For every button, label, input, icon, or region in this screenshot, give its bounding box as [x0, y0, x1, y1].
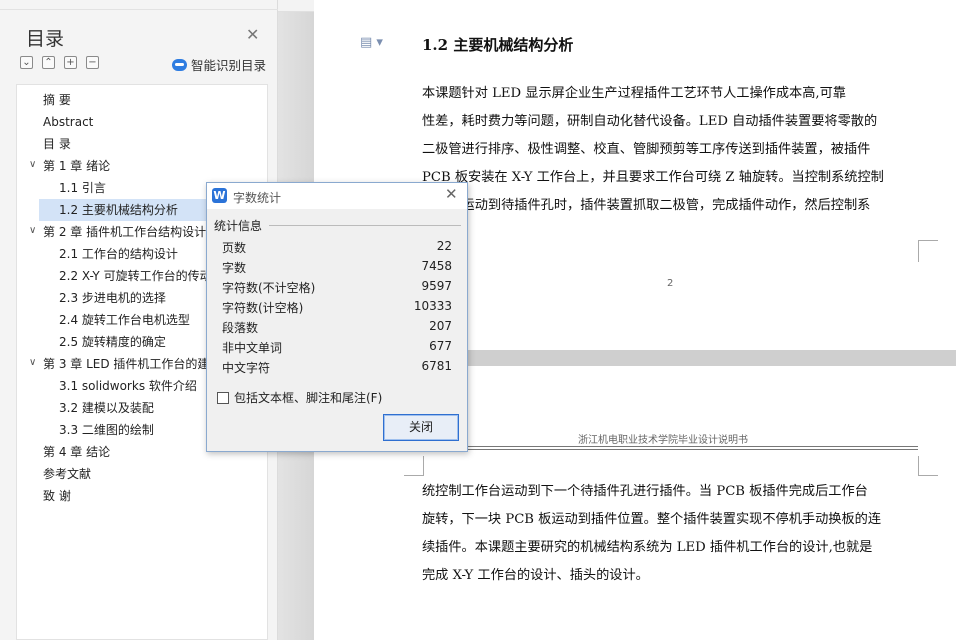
stat-row: 非中文单词 677	[222, 339, 452, 359]
text-line: 本课题针对 LED 显示屏企业生产过程插件工艺环节人工操作成本高,可靠	[422, 86, 846, 101]
sidebar-title: 目录	[26, 28, 65, 50]
document-outline-icon[interactable]: ▤ ▾	[360, 35, 383, 50]
stat-row: 字数 7458	[222, 259, 452, 279]
crop-mark	[404, 456, 424, 476]
stat-label: 中文字符	[222, 361, 271, 375]
collapse-all-icon[interactable]: ⌄	[20, 56, 33, 69]
toc-item[interactable]: 2.4 旋转工作台电机选型	[59, 309, 190, 331]
toc-item[interactable]: 第 4 章 结论	[43, 441, 110, 463]
stat-value: 7458	[421, 259, 452, 273]
chevron-down-icon[interactable]: ∨	[29, 159, 39, 170]
stat-label: 页数	[222, 241, 247, 255]
stat-value: 207	[429, 319, 452, 333]
add-entry-icon[interactable]: +	[64, 56, 77, 69]
stat-label: 段落数	[222, 321, 259, 335]
toc-item[interactable]: 第 1 章 绪论	[43, 155, 110, 177]
stat-value: 22	[436, 239, 452, 253]
sidebar-top-border	[0, 0, 278, 10]
stat-row: 段落数 207	[222, 319, 452, 339]
wps-logo-icon: W	[212, 188, 227, 203]
text-line: 二极管进行排序、极性调整、校直、管脚预剪等工序传送到插件装置，被插件	[422, 142, 871, 157]
smart-toc-label: 智能识别目录	[191, 58, 267, 73]
page-number: 2	[667, 278, 674, 289]
stat-label: 字符数(不计空格)	[222, 281, 316, 295]
checkbox-box[interactable]	[217, 391, 229, 404]
toc-item[interactable]: 1.1 引言	[59, 177, 106, 199]
dialog-title: 字数统计	[233, 191, 282, 205]
include-textbox-checkbox[interactable]: 包括文本框、脚注和尾注(F)	[217, 389, 382, 406]
word-count-dialog: W 字数统计 ✕ 统计信息 页数 22 字数 7458 字符数(不计空格) 95…	[206, 182, 468, 452]
stat-value: 677	[429, 339, 452, 353]
toc-item[interactable]: 目 录	[43, 133, 71, 155]
close-icon[interactable]: ✕	[246, 27, 259, 43]
stat-value: 6781	[421, 359, 452, 373]
text-line: 完成 X-Y 工作台的设计、插头的设计。	[422, 568, 649, 583]
toc-item[interactable]: 3.2 建模以及装配	[59, 397, 154, 419]
stat-value: 9597	[421, 279, 452, 293]
toc-item[interactable]: 第 3 章 LED 插件机工作台的建	[43, 353, 209, 375]
remove-entry-icon[interactable]: −	[86, 56, 99, 69]
toc-item[interactable]: 参考文献	[43, 463, 91, 485]
stat-row: 中文字符 6781	[222, 359, 452, 379]
chevron-down-icon[interactable]: ∨	[29, 357, 39, 368]
text-line: 统控制工作台运动到下一个待插件孔进行插件。当 PCB 板插件完成后工作台	[422, 484, 868, 499]
toc-item[interactable]: 3.1 solidworks 软件介绍	[59, 375, 197, 397]
toc-item[interactable]: 2.3 步进电机的选择	[59, 287, 166, 309]
toc-item[interactable]: 摘 要	[43, 89, 71, 111]
stat-row: 字符数(计空格) 10333	[222, 299, 452, 319]
section-heading: 1.2 主要机械结构分析	[422, 36, 574, 54]
text-line: 旋转，下一块 PCB 板运动到插件位置。整个插件装置实现不停机手动换板的连	[422, 512, 882, 527]
toc-item[interactable]: 2.2 X-Y 可旋转工作台的传动	[59, 265, 212, 287]
header-rule	[422, 446, 918, 450]
dialog-titlebar[interactable]: W 字数统计 ✕	[207, 183, 467, 209]
stat-label: 字符数(计空格)	[222, 301, 304, 315]
stat-row: 字符数(不计空格) 9597	[222, 279, 452, 299]
checkbox-label: 包括文本框、脚注和尾注(F)	[234, 391, 383, 405]
close-icon[interactable]: ✕	[445, 187, 458, 202]
stat-label: 非中文单词	[222, 341, 283, 355]
stat-row: 页数 22	[222, 239, 452, 259]
stat-label: 字数	[222, 261, 247, 275]
crop-mark	[918, 240, 938, 262]
text-line: 续插件。本课题主要研究的机械结构系统为 LED 插件机工作台的设计,也就是	[422, 540, 873, 555]
cloud-ai-icon	[172, 58, 187, 71]
chevron-down-icon[interactable]: ∨	[29, 225, 39, 236]
group-divider	[269, 225, 461, 226]
toc-item[interactable]: 2.1 工作台的结构设计	[59, 243, 178, 265]
stat-value: 10333	[413, 299, 452, 313]
text-line: 性差，耗时费力等问题，研制自动化替代设备。LED 自动插件装置要将零散的	[422, 114, 878, 129]
body-paragraph[interactable]: 本课题针对 LED 显示屏企业生产过程插件工艺环节人工操作成本高,可靠 性差，耗…	[422, 80, 914, 220]
stats-group-label: 统计信息	[214, 219, 263, 233]
toc-toolbar: ⌄ ⌃ + −	[20, 56, 99, 69]
crop-mark	[918, 456, 938, 476]
toc-item[interactable]: 第 2 章 插件机工作台结构设计	[43, 221, 206, 243]
expand-up-icon[interactable]: ⌃	[42, 56, 55, 69]
toc-item[interactable]: 2.5 旋转精度的确定	[59, 331, 166, 353]
smart-toc-button[interactable]: 智能识别目录	[172, 55, 266, 74]
text-line: PCB 板安装在 X-Y 工作台上，并且要求工作台可绕 Z 轴旋转。当控制系统控…	[422, 170, 884, 185]
page-header-text: 浙江机电职业技术学院毕业设计说明书	[578, 435, 748, 446]
toc-item[interactable]: 致 谢	[43, 485, 71, 507]
body-paragraph[interactable]: 统控制工作台运动到下一个待插件孔进行插件。当 PCB 板插件完成后工作台 旋转，…	[422, 478, 914, 590]
close-button[interactable]: 关闭	[383, 414, 459, 441]
toc-item[interactable]: 3.3 二维图的绘制	[59, 419, 154, 441]
toc-item[interactable]: Abstract	[43, 111, 93, 133]
text-line: 工作台运动到待插件孔时，插件装置抓取二极管，完成插件动作，然后控制系	[422, 198, 871, 213]
